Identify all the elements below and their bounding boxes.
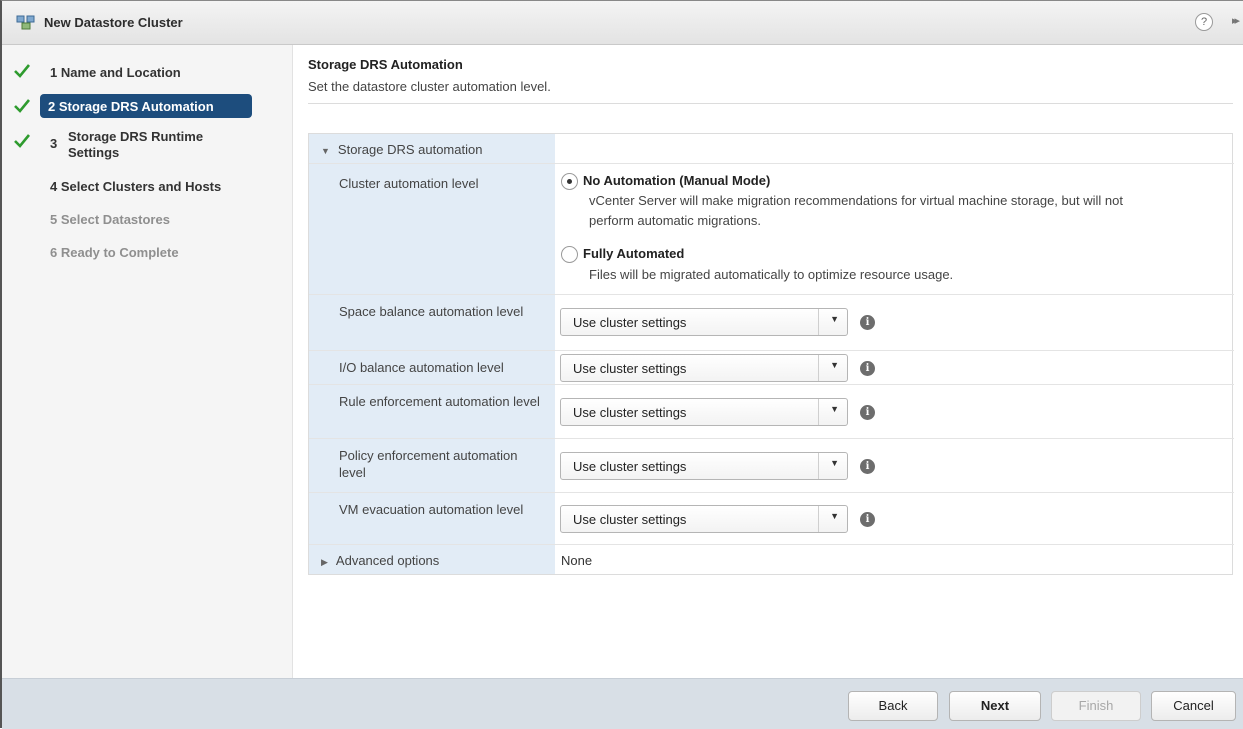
chevron-down-icon: ▼ [830, 458, 839, 468]
step-label: 1 Name and Location [50, 65, 181, 80]
step-name-and-location[interactable]: 1 Name and Location [2, 57, 293, 87]
option-desc-fully-automated: Files will be migrated automatically to … [589, 267, 954, 282]
datastore-cluster-icon [16, 15, 35, 30]
step-number: 3 [50, 136, 58, 151]
section-storage-drs-automation[interactable]: ▼ Storage DRS automation [309, 134, 1234, 164]
wizard-steps-sidebar: 1 Name and Location 2 Storage DRS Automa… [2, 45, 293, 678]
option-title-fully-automated: Fully Automated [583, 246, 685, 261]
info-icon[interactable]: i [860, 315, 875, 330]
new-datastore-cluster-dialog: New Datastore Cluster ? ▸▸ 1 Name and Lo… [0, 0, 1243, 729]
page-title: Storage DRS Automation [308, 57, 463, 72]
step-label-line2: Settings [68, 145, 120, 160]
info-icon[interactable]: i [860, 459, 875, 474]
setting-label: I/O balance automation level [339, 360, 504, 375]
check-icon [14, 134, 30, 148]
rule-enforcement-row: Rule enforcement automation level Use cl… [309, 385, 1234, 439]
option-desc-no-automation-line1: vCenter Server will make migration recom… [589, 193, 1123, 208]
wizard-content: Storage DRS Automation Set the datastore… [294, 45, 1243, 678]
step-label: 4 Select Clusters and Hosts [50, 179, 222, 194]
step-storage-drs-automation[interactable]: 2 Storage DRS Automation [2, 90, 293, 120]
title-bar: New Datastore Cluster ? ▸▸ [2, 1, 1243, 45]
select-value: Use cluster settings [573, 459, 687, 474]
select-separator [818, 453, 819, 479]
select-value: Use cluster settings [573, 361, 687, 376]
section-label: Storage DRS automation [337, 142, 483, 157]
help-icon[interactable]: ? [1195, 13, 1213, 31]
select-value: Use cluster settings [573, 315, 687, 330]
chevron-down-icon: ▼ [830, 404, 839, 414]
advanced-options-value: None [561, 553, 593, 568]
info-icon[interactable]: i [860, 512, 875, 527]
back-button[interactable]: Back [848, 691, 938, 721]
dialog-title: New Datastore Cluster [44, 15, 183, 30]
select-value: Use cluster settings [573, 405, 687, 420]
policy-enforcement-row: Policy enforcement automation level Use … [309, 439, 1234, 493]
divider [308, 103, 1233, 104]
setting-label: Rule enforcement automation level [339, 394, 540, 409]
io-balance-row: I/O balance automation level Use cluster… [309, 351, 1234, 385]
setting-label: Policy enforcement automation level [339, 448, 518, 480]
info-icon[interactable]: i [860, 361, 875, 376]
cluster-automation-label: Cluster automation level [339, 176, 479, 191]
select-separator [818, 309, 819, 335]
policy-enforcement-select[interactable]: Use cluster settings ▼ [560, 452, 848, 480]
option-desc-no-automation-line2: perform automatic migrations. [589, 213, 761, 228]
collapse-triangle-icon[interactable]: ▼ [321, 143, 330, 160]
step-select-clusters-and-hosts[interactable]: 4 Select Clusters and Hosts [2, 171, 293, 201]
step-label: 2 Storage DRS Automation [48, 99, 214, 114]
space-balance-select[interactable]: Use cluster settings ▼ [560, 308, 848, 336]
section-header: ▼ Storage DRS automation [321, 141, 526, 160]
vm-evacuation-row: VM evacuation automation level Use clust… [309, 493, 1234, 545]
next-button[interactable]: Next [949, 691, 1041, 721]
chevron-down-icon: ▼ [830, 360, 839, 370]
select-separator [818, 506, 819, 532]
cancel-button[interactable]: Cancel [1151, 691, 1236, 721]
step-label-line1: Storage DRS Runtime [68, 129, 204, 144]
info-icon[interactable]: i [860, 405, 875, 420]
io-balance-select[interactable]: Use cluster settings ▼ [560, 354, 848, 382]
option-title-no-automation: No Automation (Manual Mode) [583, 173, 771, 188]
space-balance-row: Space balance automation level Use clust… [309, 295, 1234, 351]
check-icon [14, 64, 30, 78]
advanced-options-header: ▶ Advanced options [321, 552, 526, 571]
radio-no-automation[interactable] [561, 173, 578, 190]
step-select-datastores: 5 Select Datastores [2, 204, 293, 234]
step-ready-to-complete: 6 Ready to Complete [2, 237, 293, 267]
setting-label: Space balance automation level [339, 304, 524, 319]
vm-evacuation-select[interactable]: Use cluster settings ▼ [560, 505, 848, 533]
rule-enforcement-select[interactable]: Use cluster settings ▼ [560, 398, 848, 426]
chevron-down-icon: ▼ [830, 314, 839, 324]
expand-triangle-icon[interactable]: ▶ [321, 554, 328, 571]
finish-button: Finish [1051, 691, 1141, 721]
chevron-down-icon: ▼ [830, 511, 839, 521]
radio-fully-automated[interactable] [561, 246, 578, 263]
step-storage-drs-runtime-settings[interactable]: 3 Storage DRS Runtime Settings [2, 125, 293, 161]
wizard-footer: Back Next Finish Cancel [2, 678, 1243, 729]
cluster-automation-row: Cluster automation level No Automation (… [309, 164, 1234, 295]
select-separator [818, 355, 819, 381]
advanced-options-row[interactable]: ▶ Advanced options None [309, 545, 1234, 576]
select-separator [818, 399, 819, 425]
setting-label: VM evacuation automation level [339, 502, 524, 517]
settings-grid: ▼ Storage DRS automation Cluster automati… [308, 133, 1234, 576]
advanced-options-label: Advanced options [335, 553, 440, 568]
expand-icon[interactable]: ▸▸ [1232, 14, 1240, 27]
step-label: 6 Ready to Complete [50, 245, 179, 260]
page-subtitle: Set the datastore cluster automation lev… [308, 79, 551, 94]
check-icon [14, 99, 30, 113]
select-value: Use cluster settings [573, 512, 687, 527]
step-label: 5 Select Datastores [50, 212, 170, 227]
